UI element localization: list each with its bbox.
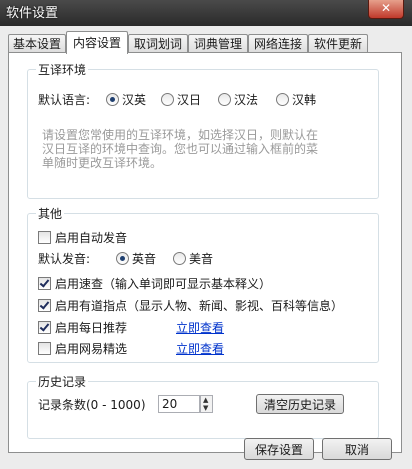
history-count-input[interactable]: 20	[158, 395, 200, 413]
tab-network[interactable]: 网络连接	[248, 34, 308, 53]
checkbox-checked-icon	[38, 277, 51, 290]
translation-env-hint-line-3: 单随时更改互译环境。	[42, 156, 163, 170]
radio-pronounce-us[interactable]: 美音	[173, 251, 213, 267]
radio-selected-icon	[116, 252, 129, 265]
daily-recommend-view-link[interactable]: 立即查看	[176, 320, 224, 336]
title-bar: 软件设置 ✕	[0, 0, 412, 26]
content-settings-panel: 互译环境 默认语言: 汉英 汉日 汉法 汉韩 请设置您常使用的互译环境，如选择汉…	[8, 52, 402, 453]
close-icon: ✕	[380, 1, 392, 15]
auto-pronounce-checkbox[interactable]: 启用自动发音	[38, 230, 127, 246]
other-group: 其他 启用自动发音 默认发音: 英音 美音 启用速查（输入单词即可显示基本释义）…	[27, 205, 379, 363]
history-count-label: 记录条数(0 - 1000)	[38, 398, 146, 412]
tab-dictionary-management[interactable]: 词典管理	[188, 34, 248, 53]
tab-content-settings[interactable]: 内容设置	[66, 31, 128, 54]
checkbox-checked-icon	[38, 321, 51, 334]
clear-history-button[interactable]: 清空历史记录	[256, 394, 344, 414]
default-pronounce-label: 默认发音:	[38, 252, 91, 266]
history-group: 历史记录 记录条数(0 - 1000) 20 ▲ ▼ 清空历史记录	[27, 373, 379, 439]
radio-selected-icon	[106, 93, 119, 106]
stepper-up-icon[interactable]: ▲	[203, 397, 208, 404]
history-count-stepper[interactable]: ▲ ▼	[200, 395, 213, 413]
quick-lookup-checkbox[interactable]: 启用速查（输入单词即可显示基本释义）	[38, 276, 271, 292]
radio-pronounce-uk[interactable]: 英音	[116, 251, 156, 267]
netease-picks-view-link[interactable]: 立即查看	[176, 341, 224, 357]
tab-basic-settings[interactable]: 基本设置	[8, 34, 66, 53]
radio-lang-ja[interactable]: 汉日	[161, 92, 201, 108]
default-language-label: 默认语言:	[38, 93, 91, 107]
radio-lang-fr[interactable]: 汉法	[218, 92, 258, 108]
checkbox-checked-icon	[38, 299, 51, 312]
youdao-guide-checkbox[interactable]: 启用有道指点（显示人物、新闻、影视、百科等信息）	[38, 298, 343, 314]
tab-word-capture[interactable]: 取词划词	[128, 34, 188, 53]
close-button[interactable]: ✕	[368, 0, 404, 19]
netease-picks-checkbox[interactable]: 启用网易精选	[38, 341, 127, 357]
save-settings-button[interactable]: 保存设置	[244, 438, 314, 460]
radio-icon	[276, 93, 289, 106]
history-title: 历史记录	[36, 373, 89, 390]
radio-lang-en[interactable]: 汉英	[106, 92, 146, 108]
translation-env-hint-line-2: 汉日互译的环境中查询。您也可以通过输入框前的菜	[42, 142, 319, 156]
tab-software-update[interactable]: 软件更新	[308, 34, 368, 53]
radio-icon	[218, 93, 231, 106]
daily-recommend-checkbox[interactable]: 启用每日推荐	[38, 320, 127, 336]
translation-env-title: 互译环境	[36, 61, 89, 78]
cancel-button[interactable]: 取消	[322, 438, 392, 460]
stepper-down-icon[interactable]: ▼	[203, 405, 208, 412]
window-title: 软件设置	[6, 6, 59, 21]
other-title: 其他	[36, 205, 65, 222]
radio-lang-ko[interactable]: 汉韩	[276, 92, 316, 108]
translation-env-group: 互译环境 默认语言: 汉英 汉日 汉法 汉韩 请设置您常使用的互译环境，如选择汉…	[27, 61, 379, 199]
settings-dialog: 基本设置 内容设置 取词划词 词典管理 网络连接 软件更新 互译环境 默认语言:…	[0, 26, 412, 469]
radio-icon	[173, 252, 186, 265]
checkbox-icon	[38, 231, 51, 244]
radio-icon	[161, 93, 174, 106]
translation-env-hint-line-1: 请设置您常使用的互译环境，如选择汉日，则默认在	[42, 128, 319, 142]
checkbox-icon	[38, 342, 51, 355]
